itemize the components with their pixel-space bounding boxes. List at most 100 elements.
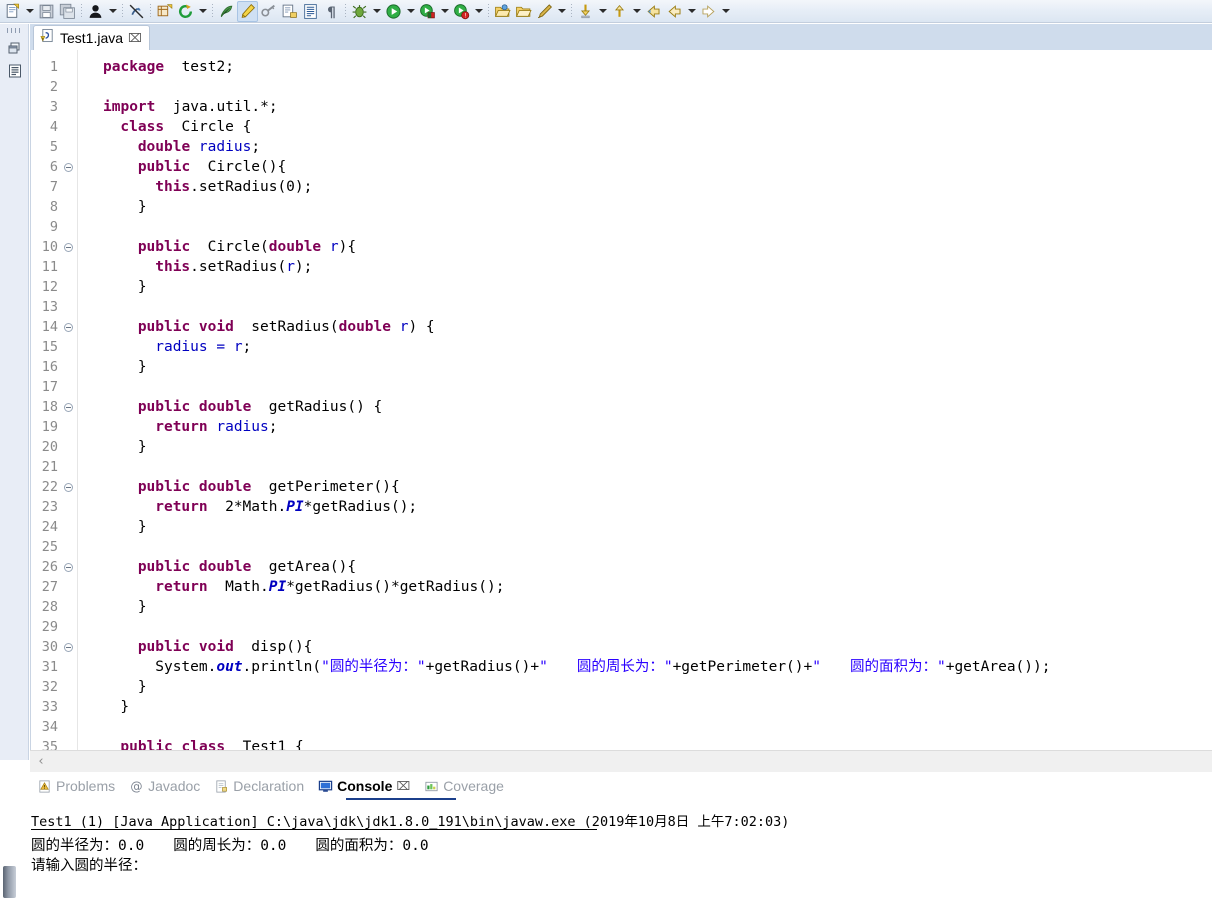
line-number: 9 (49, 219, 58, 235)
code-line[interactable]: public Circle(double r){ (138, 237, 356, 257)
line-number: 24 (41, 519, 58, 535)
code-line[interactable]: double radius; (138, 137, 260, 157)
code-line[interactable]: package test2; (103, 57, 234, 77)
code-token: this (155, 179, 191, 195)
chevron-down-icon[interactable] (438, 1, 451, 22)
console-icon (318, 779, 333, 794)
editor-tab-close-icon[interactable]: ⌧ (128, 32, 142, 44)
chevron-down-icon[interactable] (196, 1, 209, 22)
rail-drag-grip[interactable] (7, 28, 22, 33)
fold-collapse-icon[interactable] (63, 157, 74, 177)
code-line[interactable]: System.out.println("圆的半径为："+getRadius()+… (155, 657, 1050, 677)
code-line[interactable]: radius = r; (155, 337, 251, 357)
key-tools-icon[interactable] (258, 1, 279, 22)
folder-out-icon[interactable] (513, 1, 534, 22)
tab-console[interactable]: Console ⌧ (311, 774, 417, 798)
run-green-icon[interactable] (383, 1, 404, 22)
code-line[interactable]: public double getRadius() { (138, 397, 382, 417)
chevron-down-icon[interactable] (555, 1, 568, 22)
debug-bug-icon[interactable] (349, 1, 370, 22)
user-person-icon[interactable] (85, 1, 106, 22)
chevron-down-icon[interactable] (106, 1, 119, 22)
code-line[interactable]: } (138, 677, 147, 697)
up-arrow-yellow-icon[interactable] (609, 1, 630, 22)
code-line[interactable]: return radius; (155, 417, 277, 437)
toolbar-group (383, 1, 417, 22)
save-icon[interactable] (36, 1, 57, 22)
code-token: ) { (408, 319, 435, 335)
external-tools-icon[interactable]: ! (451, 1, 472, 22)
fold-collapse-icon[interactable] (63, 317, 74, 337)
last-edit-yellow-icon[interactable] (575, 1, 596, 22)
save-all-icon[interactable] (57, 1, 78, 22)
code-line[interactable]: public void setRadius(double r) { (138, 317, 435, 337)
tab-coverage[interactable]: Coverage (417, 774, 511, 798)
forward-arrow-icon[interactable] (698, 1, 719, 22)
editor-tab-test1-java[interactable]: Test1.java ⌧ (33, 25, 150, 50)
fold-collapse-icon[interactable] (63, 637, 74, 657)
no-link-icon[interactable] (126, 1, 147, 22)
chevron-down-icon[interactable] (472, 1, 485, 22)
outline-view-icon[interactable] (5, 61, 25, 81)
code-line[interactable]: public double getPerimeter(){ (138, 477, 400, 497)
fold-collapse-icon[interactable] (63, 237, 74, 257)
line-number: 35 (41, 739, 58, 750)
scroll-left-arrow-icon[interactable]: ‹ (30, 751, 52, 773)
search-pencil-icon[interactable] (534, 1, 555, 22)
chevron-down-icon[interactable] (719, 1, 732, 22)
code-line[interactable]: } (138, 437, 147, 457)
code-line[interactable]: this.setRadius(r); (155, 257, 312, 277)
chevron-down-icon[interactable] (23, 1, 36, 22)
code-line[interactable]: public void disp(){ (138, 637, 313, 657)
code-line[interactable]: return 2*Math.PI*getRadius(); (155, 497, 417, 517)
code-line[interactable]: public class Test1 { (120, 737, 303, 750)
console-vertical-scrollbar[interactable] (3, 866, 16, 898)
code-line[interactable]: public double getArea(){ (138, 557, 356, 577)
code-line[interactable]: } (138, 277, 147, 297)
fold-collapse-icon[interactable] (63, 477, 74, 497)
tab-label: Coverage (443, 778, 504, 794)
tab-problems[interactable]: Problems (30, 774, 122, 798)
code-line[interactable]: } (138, 517, 147, 537)
line-number: 22 (41, 479, 58, 495)
chevron-down-icon[interactable] (404, 1, 417, 22)
open-task-list-icon[interactable] (300, 1, 321, 22)
code-line[interactable]: import java.util.*; (103, 97, 278, 117)
code-line[interactable]: class Circle { (120, 117, 251, 137)
refresh-green-icon[interactable] (175, 1, 196, 22)
new-java-package-icon[interactable] (154, 1, 175, 22)
code-editor[interactable]: 1 2 3 4 5 6 7 8 9 10 11 12 13 14 15 16 17 18 19 20 21 22 23 24 2… (30, 50, 1212, 750)
open-type-icon[interactable] (279, 1, 300, 22)
chevron-down-icon[interactable] (370, 1, 383, 22)
code-token: r (391, 319, 409, 335)
highlight-pen-icon[interactable] (237, 0, 258, 22)
new-file-icon[interactable] (2, 1, 23, 22)
restore-view-icon[interactable] (5, 38, 25, 58)
chevron-down-icon[interactable] (685, 1, 698, 22)
toolbar-group (237, 0, 258, 22)
coverage-icon[interactable] (417, 1, 438, 22)
open-folder-icon[interactable] (492, 1, 513, 22)
chevron-down-icon[interactable] (630, 1, 643, 22)
fold-collapse-icon[interactable] (63, 557, 74, 577)
annotation-icon[interactable] (216, 1, 237, 22)
code-line[interactable]: this.setRadius(0); (155, 177, 312, 197)
toolbar-group (2, 1, 36, 22)
code-line[interactable]: return Math.PI*getRadius()*getRadius(); (155, 577, 504, 597)
code-line[interactable]: public Circle(){ (138, 157, 286, 177)
code-line[interactable]: } (138, 357, 147, 377)
back-arrow-icon[interactable] (643, 1, 664, 22)
code-line[interactable]: } (120, 697, 129, 717)
tab-close-icon[interactable]: ⌧ (396, 779, 410, 793)
code-line[interactable]: } (138, 197, 147, 217)
pilcrow-icon[interactable]: ¶ (321, 1, 342, 22)
back-arrow2-icon[interactable] (664, 1, 685, 22)
tab-javadoc[interactable]: @ Javadoc (122, 774, 207, 798)
code-content[interactable]: package test2; import java.util.*; class C… (79, 50, 1212, 750)
chevron-down-icon[interactable] (596, 1, 609, 22)
fold-collapse-icon[interactable] (63, 397, 74, 417)
editor-horizontal-scrollbar[interactable]: ‹ (30, 750, 1212, 772)
tab-declaration[interactable]: Declaration (207, 774, 311, 798)
bottom-panel: Problems @ Javadoc Declaration Console ⌧ Cover… (0, 773, 1212, 898)
code-line[interactable]: } (138, 597, 147, 617)
